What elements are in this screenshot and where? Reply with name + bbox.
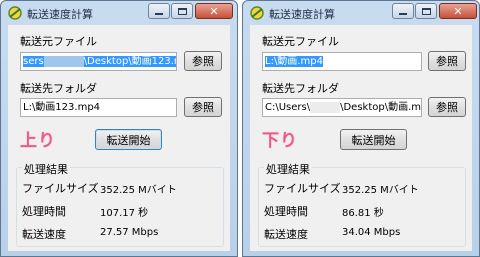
client-area: 転送元ファイル sers \Desktop\動画123.mp4 参照 転送先フォ… (8, 25, 230, 251)
source-file-label: 転送元ファイル (20, 35, 97, 48)
source-file-input[interactable]: sers \Desktop\動画123.mp4 (20, 52, 177, 71)
dest-browse-button[interactable]: 参照 (428, 97, 466, 117)
redacted-username (43, 56, 84, 67)
start-transfer-button[interactable]: 転送開始 (340, 129, 407, 150)
elapsed-time-value: 86.81 秒 (342, 208, 384, 219)
dest-browse-button[interactable]: 参照 (184, 97, 222, 117)
app-icon (250, 6, 264, 20)
app-icon (8, 6, 22, 20)
minimize-icon (155, 13, 163, 15)
results-group: 処理結果 ファイルサイズ 352.25 Mバイト 処理時間 107.17 秒 転… (16, 161, 224, 247)
window-title: 転送速度計算 (27, 8, 93, 21)
source-file-path-rest: \Desktop\動画123.mp4 (83, 56, 176, 67)
window-upload: 転送速度計算 ✕ 転送元ファイル sers \Desktop\動画123.mp4… (0, 0, 238, 257)
window-title: 転送速度計算 (269, 8, 335, 21)
title-bar[interactable]: 転送速度計算 ✕ (243, 1, 479, 25)
dest-folder-label: 転送先フォルダ (20, 82, 97, 95)
transfer-speed-label: 転送速度 (22, 228, 66, 241)
file-size-value: 352.25 Mバイト (342, 185, 419, 196)
close-icon: ✕ (453, 4, 463, 18)
file-size-value: 352.25 Mバイト (100, 185, 177, 196)
start-transfer-button[interactable]: 転送開始 (95, 129, 162, 150)
source-file-label: 転送元ファイル (262, 35, 339, 48)
maximize-button[interactable] (171, 3, 193, 19)
maximize-icon (177, 7, 187, 15)
elapsed-time-label: 処理時間 (264, 205, 308, 218)
source-browse-button[interactable]: 参照 (184, 51, 222, 71)
dest-folder-input[interactable]: L:\動画123.mp4 (20, 98, 177, 117)
source-file-input[interactable]: L:\動画.mp4 (262, 52, 422, 71)
elapsed-time-label: 処理時間 (22, 205, 66, 218)
results-group-title: 処理結果 (264, 161, 312, 177)
dest-folder-path-rest: \Desktop\動画.mp (340, 102, 422, 113)
dest-folder-path-prefix: C:\Users\ (265, 102, 311, 113)
client-area: 転送元ファイル L:\動画.mp4 参照 転送先フォルダ C:\Users\ \… (250, 25, 472, 251)
window-download: 転送速度計算 ✕ 転送元ファイル L:\動画.mp4 参照 転送先フォルダ C:… (242, 0, 480, 257)
redacted-username (310, 102, 341, 113)
title-bar[interactable]: 転送速度計算 ✕ (1, 1, 237, 25)
results-group: 処理結果 ファイルサイズ 352.25 Mバイト 処理時間 86.81 秒 転送… (258, 161, 466, 247)
direction-label: 下り (262, 131, 298, 151)
transfer-speed-value: 27.57 Mbps (100, 227, 159, 238)
dest-folder-label: 転送先フォルダ (262, 82, 339, 95)
close-button[interactable]: ✕ (195, 3, 233, 19)
direction-label: 上り (20, 131, 56, 151)
maximize-button[interactable] (415, 3, 437, 19)
results-group-title: 処理結果 (22, 161, 70, 177)
maximize-icon (421, 7, 431, 15)
dest-folder-input[interactable]: C:\Users\ \Desktop\動画.mp (262, 98, 422, 117)
transfer-speed-value: 34.04 Mbps (342, 227, 401, 238)
close-button[interactable]: ✕ (439, 3, 477, 19)
transfer-speed-label: 転送速度 (264, 228, 308, 241)
close-icon: ✕ (209, 4, 219, 18)
file-size-label: ファイルサイズ (264, 182, 341, 195)
file-size-label: ファイルサイズ (22, 182, 99, 195)
minimize-button[interactable] (148, 3, 170, 19)
source-file-selected-text: L:\動画.mp4 (265, 56, 323, 67)
source-browse-button[interactable]: 参照 (428, 51, 466, 71)
elapsed-time-value: 107.17 秒 (100, 208, 149, 219)
minimize-button[interactable] (392, 3, 414, 19)
source-file-selected-text: sers (23, 56, 44, 67)
minimize-icon (399, 13, 407, 15)
